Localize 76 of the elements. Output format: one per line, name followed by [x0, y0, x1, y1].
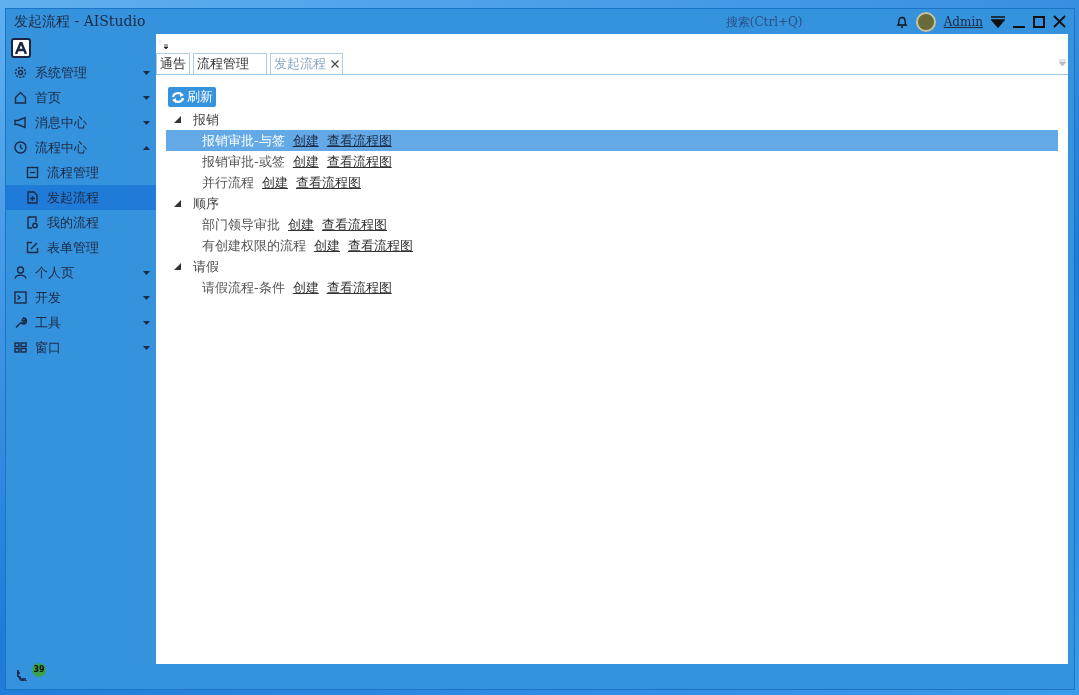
sidebar-item[interactable]: 窗口: [6, 335, 156, 360]
tree-group[interactable]: 请假: [166, 256, 1058, 277]
sidebar-item[interactable]: 系统管理: [6, 60, 156, 85]
create-link[interactable]: 创建: [288, 215, 314, 234]
caret-up-icon[interactable]: [143, 145, 150, 150]
tab[interactable]: 通告: [156, 53, 190, 74]
caret-down-icon[interactable]: [143, 120, 150, 125]
create-link[interactable]: 创建: [262, 173, 288, 192]
megaphone-icon: [14, 116, 27, 129]
search-field[interactable]: 搜索(Ctrl+Q): [723, 13, 848, 30]
sidebar-item[interactable]: 开发: [6, 285, 156, 310]
process-name: 并行流程: [202, 173, 254, 192]
view-diagram-link[interactable]: 查看流程图: [322, 215, 387, 234]
expanded-triangle-icon[interactable]: [174, 116, 181, 123]
process-name: 报销审批-或签: [202, 152, 285, 171]
caret-down-icon[interactable]: [143, 295, 150, 300]
caret-down-icon[interactable]: [143, 320, 150, 325]
process-name: 部门领导审批: [202, 215, 280, 234]
window-title: 发起流程 - AIStudio: [14, 12, 147, 31]
refresh-icon: [171, 90, 185, 104]
square-icon: [26, 166, 39, 179]
tree-row[interactable]: 有创建权限的流程 创建 查看流程图: [166, 235, 1058, 256]
tree-row[interactable]: 部门领导审批 创建 查看流程图: [166, 214, 1058, 235]
user-link[interactable]: Admin: [943, 14, 983, 29]
expanded-triangle-icon[interactable]: [174, 200, 181, 207]
create-link[interactable]: 创建: [292, 152, 319, 171]
sidebar-item[interactable]: 工具: [6, 310, 156, 335]
close-icon[interactable]: [331, 60, 339, 68]
sidebar-item[interactable]: 首页: [6, 85, 156, 110]
tree-group[interactable]: 顺序: [166, 193, 1058, 214]
view-diagram-link[interactable]: 查看流程图: [296, 173, 361, 192]
caret-down-icon[interactable]: [143, 270, 150, 275]
expanded-triangle-icon[interactable]: [174, 263, 181, 270]
count-badge: 39: [32, 662, 46, 677]
clock-icon: [14, 141, 27, 154]
avatar-icon[interactable]: [915, 11, 936, 32]
caret-down-icon[interactable]: [143, 95, 150, 100]
dropdown-icon[interactable]: [991, 15, 1005, 28]
bell-icon[interactable]: [895, 14, 908, 29]
terminal-icon: [14, 291, 27, 304]
gear-icon: [14, 66, 27, 79]
tree-group[interactable]: 报销: [166, 109, 1058, 130]
view-diagram-link[interactable]: 查看流程图: [326, 278, 392, 297]
edit-icon: [26, 241, 39, 254]
caret-down-icon[interactable]: [143, 345, 150, 350]
file-search-icon: [26, 216, 39, 229]
sidebar-item[interactable]: 流程中心: [6, 135, 156, 160]
tree-row[interactable]: 报销审批-与签 创建 查看流程图: [166, 130, 1058, 151]
tree-row[interactable]: 报销审批-或签 创建 查看流程图: [166, 151, 1058, 172]
maximize-icon[interactable]: [1033, 15, 1045, 28]
person-icon: [14, 266, 27, 279]
tree-row[interactable]: 并行流程 创建 查看流程图: [166, 172, 1058, 193]
wrench-icon: [14, 316, 27, 329]
toolbar-grip-icon[interactable]: [159, 40, 169, 49]
process-name: 有创建权限的流程: [202, 236, 306, 255]
caret-down-icon[interactable]: [143, 70, 150, 75]
create-link[interactable]: 创建: [292, 278, 319, 297]
sidebar-item[interactable]: 流程管理: [6, 160, 156, 185]
close-icon[interactable]: [1053, 15, 1066, 28]
sidebar-item[interactable]: 表单管理: [6, 235, 156, 260]
process-name: 报销审批-与签: [202, 131, 285, 150]
tree-row[interactable]: 请假流程-条件 创建 查看流程图: [166, 277, 1058, 298]
create-link[interactable]: 创建: [292, 131, 319, 150]
grid-icon: [14, 341, 27, 354]
app-logo-icon: [15, 42, 27, 54]
view-diagram-link[interactable]: 查看流程图: [348, 236, 413, 255]
sidebar-item[interactable]: 消息中心: [6, 110, 156, 135]
create-link[interactable]: 创建: [314, 236, 340, 255]
sidebar-item[interactable]: 个人页: [6, 260, 156, 285]
home-icon: [14, 91, 27, 104]
sidebar-item[interactable]: 我的流程: [6, 210, 156, 235]
process-name: 请假流程-条件: [202, 278, 285, 297]
tab[interactable]: 流程管理: [193, 53, 267, 74]
view-diagram-link[interactable]: 查看流程图: [326, 152, 392, 171]
file-plus-icon: [26, 191, 39, 204]
view-diagram-link[interactable]: 查看流程图: [326, 131, 392, 150]
